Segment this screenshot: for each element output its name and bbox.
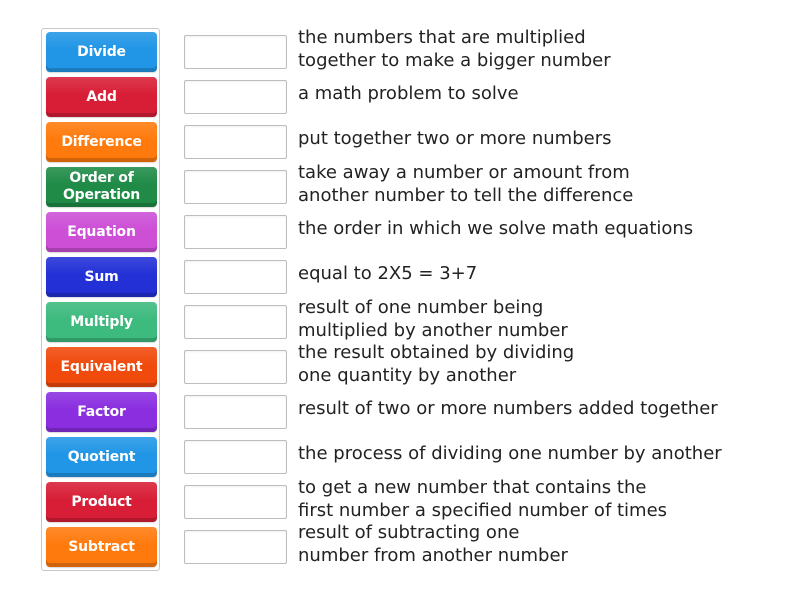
definition-label: to get a new number that contains the fi… [298,477,668,521]
definition-label: result of one number being multiplied by… [298,297,568,341]
term-label: Quotient [67,448,136,465]
term-label: Equivalent [60,358,143,375]
term-label: Order of Operation [62,170,141,203]
drop-box[interactable] [184,35,287,69]
term-label: Sum [84,268,119,285]
term-tile[interactable]: Subtract [46,527,157,567]
drop-box[interactable] [184,170,287,204]
definition-text: equal to 2X5 = 3+7 [298,252,768,297]
term-label: Equation [67,223,136,240]
term-label: Difference [61,133,142,150]
drop-box[interactable] [184,395,287,429]
term-label: Add [86,88,117,105]
definition-label: result of two or more numbers added toge… [298,398,718,420]
drop-box[interactable] [184,530,287,564]
term-tile[interactable]: Add [46,77,157,117]
definition-text: result of two or more numbers added toge… [298,387,768,432]
term-tile[interactable]: Divide [46,32,157,72]
term-label: Divide [77,43,126,60]
term-tile[interactable]: Difference [46,122,157,162]
definition-text: the order in which we solve math equatio… [298,207,768,252]
definition-label: result of subtracting one number from an… [298,522,568,566]
term-tile[interactable]: Factor [46,392,157,432]
definition-text: result of one number being multiplied by… [298,297,768,342]
term-label: Factor [77,403,126,420]
definition-label: the result obtained by dividing one quan… [298,342,575,386]
definition-text: put together two or more numbers [298,117,768,162]
definition-text: the numbers that are multiplied together… [298,27,768,72]
definition-text: result of subtracting one number from an… [298,522,768,567]
drop-box[interactable] [184,440,287,474]
definition-text: to get a new number that contains the fi… [298,477,768,522]
drop-box[interactable] [184,80,287,114]
definition-label: equal to 2X5 = 3+7 [298,263,478,285]
term-tile[interactable]: Multiply [46,302,157,342]
drop-box[interactable] [184,125,287,159]
term-tile[interactable]: Order of Operation [46,167,157,207]
term-label: Multiply [70,313,133,330]
definition-text: the result obtained by dividing one quan… [298,342,768,387]
drop-box[interactable] [184,350,287,384]
drop-box[interactable] [184,485,287,519]
drop-box[interactable] [184,215,287,249]
definition-label: a math problem to solve [298,83,519,105]
drop-box[interactable] [184,305,287,339]
drop-box[interactable] [184,260,287,294]
definition-label: put together two or more numbers [298,128,612,150]
term-tile[interactable]: Equivalent [46,347,157,387]
term-label: Subtract [68,538,135,555]
definition-text: take away a number or amount from anothe… [298,162,768,207]
term-tile[interactable]: Equation [46,212,157,252]
definition-text: the process of dividing one number by an… [298,432,768,477]
definition-label: the process of dividing one number by an… [298,443,722,465]
term-label: Product [71,493,132,510]
term-tile[interactable]: Product [46,482,157,522]
term-tile[interactable]: Quotient [46,437,157,477]
term-tile[interactable]: Sum [46,257,157,297]
definition-label: take away a number or amount from anothe… [298,162,634,206]
definition-label: the numbers that are multiplied together… [298,27,611,71]
definition-text: a math problem to solve [298,72,768,117]
definition-label: the order in which we solve math equatio… [298,218,694,240]
